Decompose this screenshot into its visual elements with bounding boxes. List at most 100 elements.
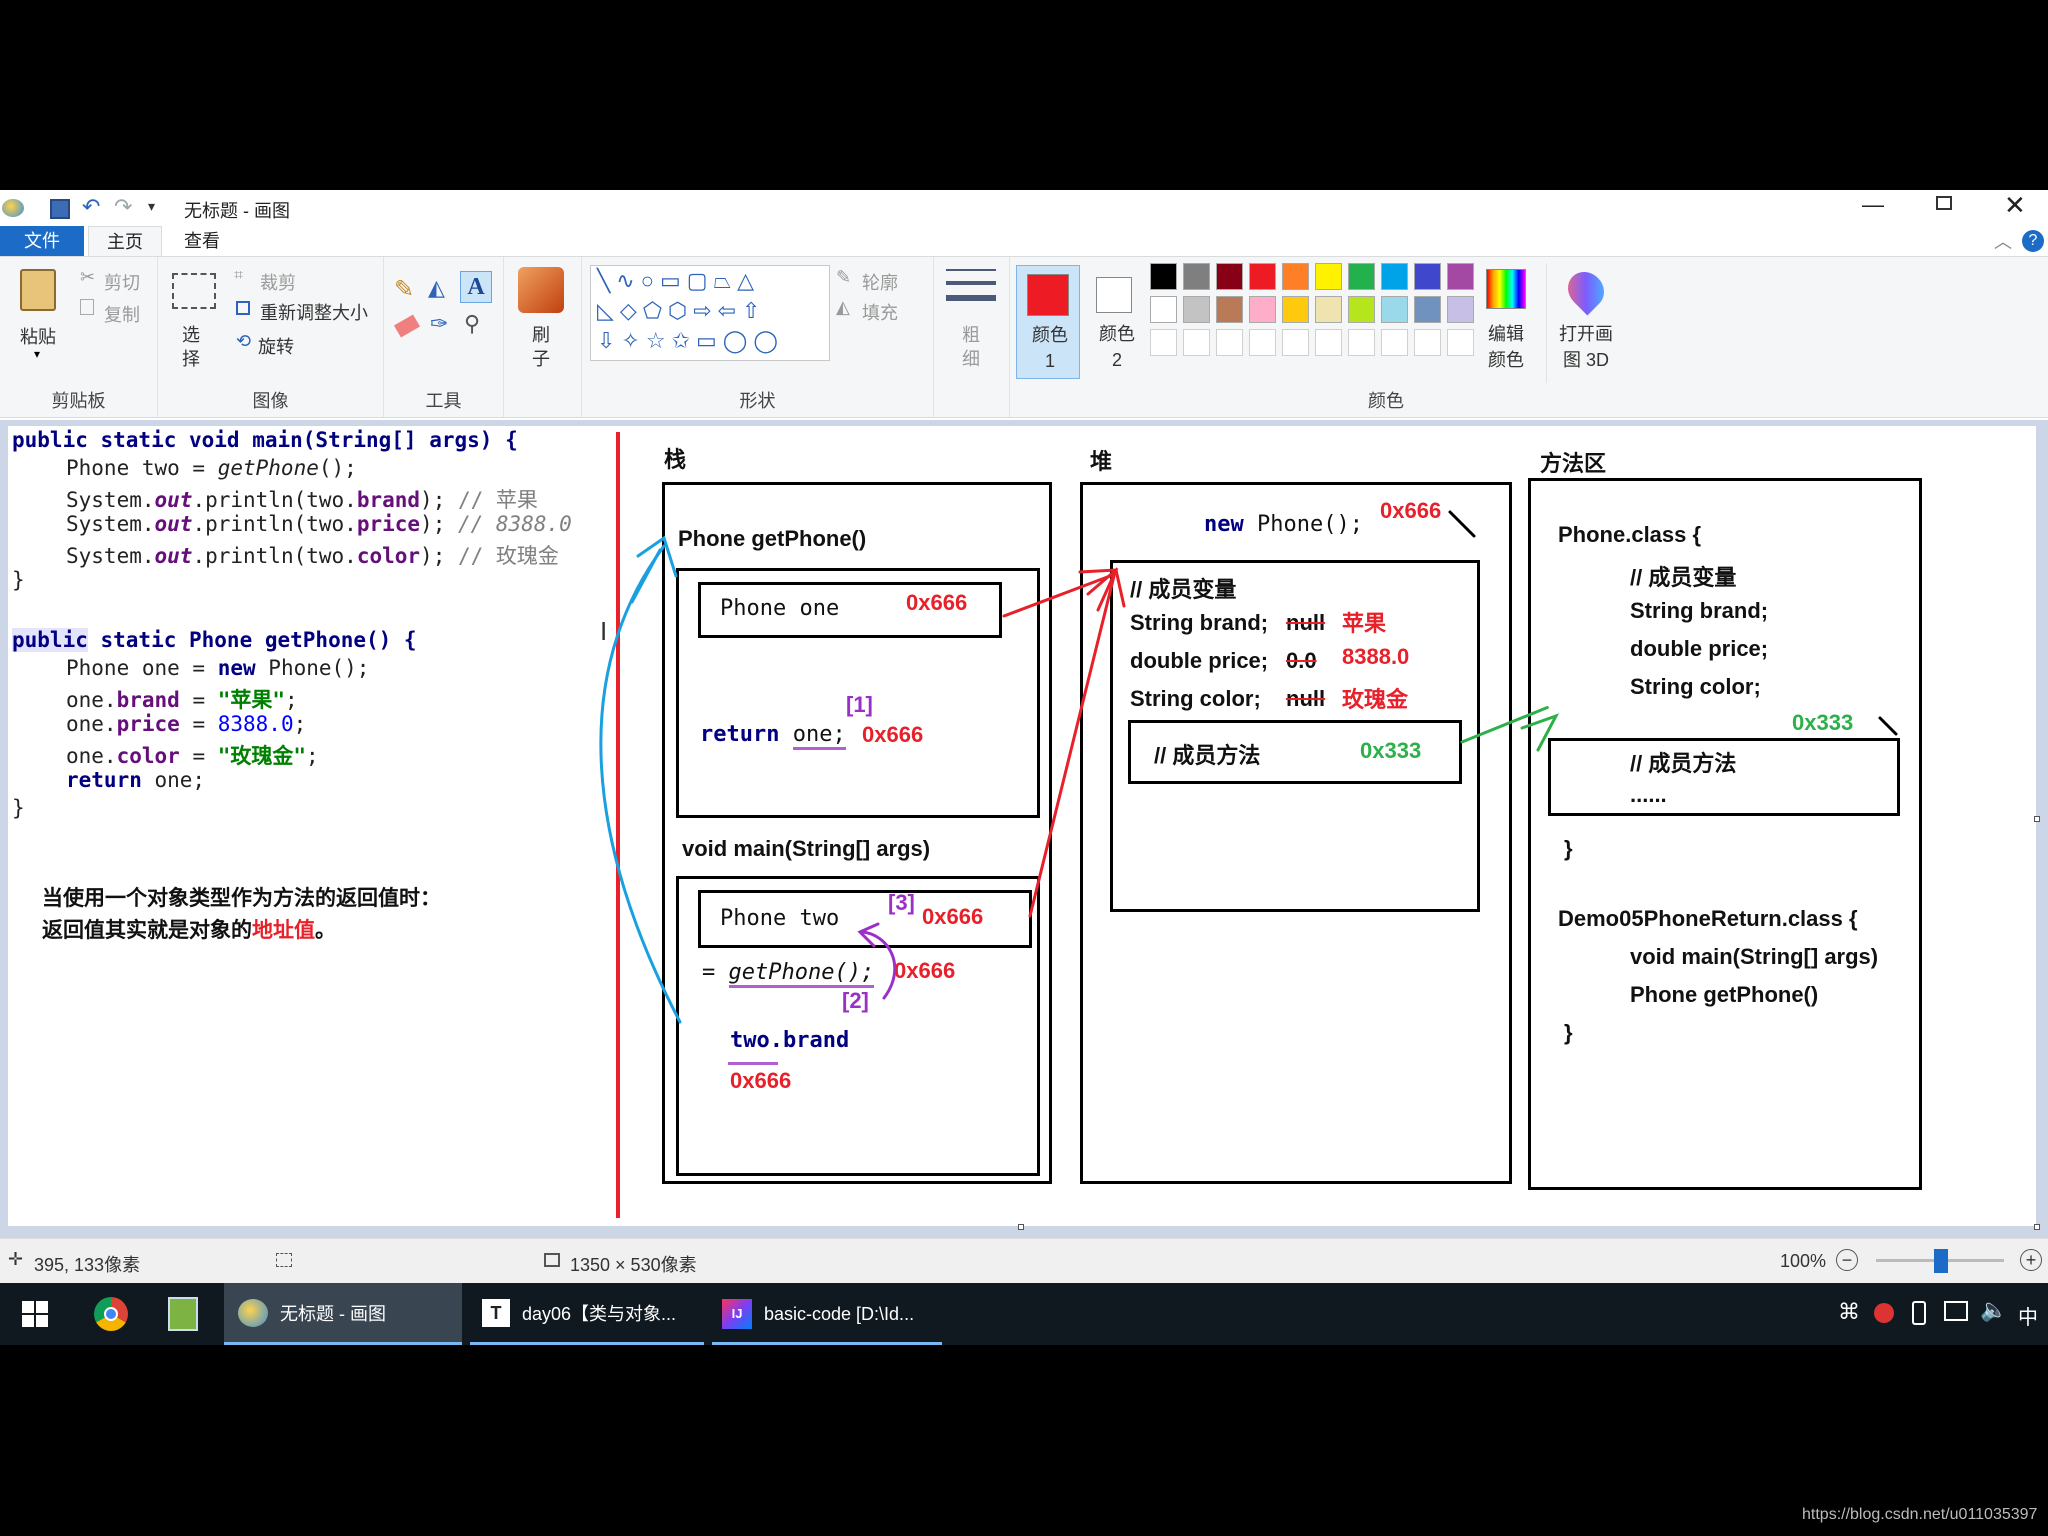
palette-swatch[interactable]	[1282, 263, 1309, 290]
palette-swatch[interactable]	[1348, 329, 1375, 356]
outline-icon[interactable]: ✎	[836, 267, 851, 288]
blue-arrow-short	[630, 548, 662, 604]
canvas-resize-handle-right[interactable]	[2034, 816, 2040, 822]
palette-swatch[interactable]	[1414, 329, 1441, 356]
shapes-gallery[interactable]: ╲∿○▭▢⏢△ ◺◇⬠⬡⇨⇦⇧ ⇩✧☆✩▭◯◯	[590, 265, 830, 361]
palette-swatch[interactable]	[1216, 263, 1243, 290]
crop-label[interactable]: 裁剪	[260, 269, 296, 295]
collapse-ribbon-icon[interactable]: ︿	[1994, 228, 2012, 254]
taskbar-paint[interactable]: 无标题 - 画图	[224, 1283, 462, 1345]
palette-swatch[interactable]	[1183, 263, 1210, 290]
zoom-out-button[interactable]: −	[1836, 1249, 1858, 1271]
palette-swatch[interactable]	[1447, 296, 1474, 323]
palette-swatch[interactable]	[1150, 329, 1177, 356]
resize-label[interactable]: 重新调整大小	[260, 299, 368, 325]
start-windows-icon[interactable]	[22, 1301, 48, 1327]
eraser-icon[interactable]	[393, 314, 421, 338]
ime-indicator[interactable]: 中	[2018, 1301, 2038, 1330]
magnifier-icon[interactable]: ⚲	[464, 311, 480, 337]
fill-icon[interactable]: ◭	[836, 297, 850, 318]
color-picker-icon[interactable]: ✑	[430, 311, 448, 337]
palette-swatch[interactable]	[1414, 263, 1441, 290]
palette-swatch[interactable]	[1348, 263, 1375, 290]
tray-record-icon[interactable]	[1874, 1303, 1894, 1323]
color2-button[interactable]: 颜色 2	[1086, 265, 1146, 379]
taskbar-typora[interactable]: T day06【类与对象...	[470, 1283, 704, 1345]
crop-icon[interactable]: ⌗	[234, 267, 243, 285]
size-label[interactable]: 粗细	[962, 323, 982, 371]
palette-swatch[interactable]	[1249, 296, 1276, 323]
palette-swatch[interactable]	[1216, 296, 1243, 323]
help-icon[interactable]: ?	[2022, 230, 2044, 252]
paint-app-icon[interactable]	[2, 199, 24, 217]
paint3d-button[interactable]: 打开画图 3D	[1546, 263, 1622, 383]
tray-usb-icon[interactable]	[1912, 1301, 1926, 1325]
select-label[interactable]: 选择	[182, 323, 202, 371]
tray-volume-icon[interactable]: 🔈	[1980, 1297, 2007, 1323]
palette-swatch[interactable]	[1216, 329, 1243, 356]
palette-swatch[interactable]	[1315, 329, 1342, 356]
line-size-icon[interactable]	[946, 269, 996, 309]
palette-swatch[interactable]	[1282, 329, 1309, 356]
restore-button[interactable]	[1936, 196, 1952, 210]
palette-swatch[interactable]	[1447, 263, 1474, 290]
zoom-slider-thumb[interactable]	[1934, 1249, 1948, 1273]
pencil-icon[interactable]: ✎	[394, 275, 414, 304]
notepad-icon[interactable]	[168, 1297, 198, 1331]
palette-swatch[interactable]	[1249, 329, 1276, 356]
palette-swatch[interactable]	[1447, 329, 1474, 356]
tab-home[interactable]: 主页	[88, 226, 162, 256]
resize-icon[interactable]	[236, 301, 250, 315]
chrome-icon[interactable]	[94, 1297, 128, 1331]
palette-swatch[interactable]	[1150, 296, 1177, 323]
zoom-in-button[interactable]: +	[2020, 1249, 2042, 1271]
undo-icon[interactable]: ↶	[82, 194, 100, 220]
redo-icon[interactable]: ↷	[114, 194, 132, 220]
cut-icon[interactable]: ✂	[80, 267, 95, 288]
palette-swatch[interactable]	[1348, 296, 1375, 323]
fill-bucket-icon[interactable]: ◭	[428, 275, 445, 301]
color1-swatch	[1027, 274, 1069, 316]
minimize-button[interactable]: —	[1862, 192, 1884, 218]
palette-swatch[interactable]	[1150, 263, 1177, 290]
cursor-position: 395, 133像素	[34, 1255, 141, 1275]
palette-swatch[interactable]	[1414, 296, 1441, 323]
quick-access-dropdown-icon[interactable]: ▾	[148, 198, 155, 215]
copy-icon[interactable]	[80, 299, 94, 315]
palette-swatch[interactable]	[1249, 263, 1276, 290]
outline-label[interactable]: 轮廓	[862, 269, 898, 295]
palette-swatch[interactable]	[1381, 329, 1408, 356]
tray-network-icon[interactable]	[1944, 1301, 1968, 1321]
text-tool-icon[interactable]: A	[460, 271, 492, 303]
palette-swatch[interactable]	[1315, 263, 1342, 290]
drawing-canvas[interactable]: public static void main(String[] args) {…	[8, 426, 2036, 1226]
palette-swatch[interactable]	[1183, 296, 1210, 323]
rotate-label[interactable]: 旋转	[258, 333, 294, 359]
fill-label[interactable]: 填充	[862, 299, 898, 325]
palette-swatch[interactable]	[1183, 329, 1210, 356]
close-button[interactable]: ✕	[2004, 190, 2026, 221]
taskbar-idea[interactable]: IJ basic-code [D:\Id...	[712, 1283, 942, 1345]
paste-dropdown-icon[interactable]: ▾	[34, 347, 40, 361]
tray-app-icon[interactable]: ⌘	[1838, 1299, 1860, 1325]
canvas-resize-handle-corner[interactable]	[2034, 1224, 2040, 1230]
paste-label[interactable]: 粘贴	[20, 323, 56, 349]
rotate-icon[interactable]: ⟲	[236, 331, 251, 352]
palette-swatch[interactable]	[1282, 296, 1309, 323]
tab-view[interactable]: 查看	[166, 226, 238, 256]
select-icon[interactable]	[172, 273, 216, 309]
copy-label[interactable]: 复制	[104, 301, 140, 327]
brush-icon[interactable]	[518, 267, 564, 313]
palette-swatch[interactable]	[1315, 296, 1342, 323]
paste-icon[interactable]	[20, 269, 56, 311]
palette-swatch[interactable]	[1381, 263, 1408, 290]
palette-swatch[interactable]	[1381, 296, 1408, 323]
tab-file[interactable]: 文件	[0, 226, 84, 256]
color1-button[interactable]: 颜色 1	[1016, 265, 1080, 379]
edit-colors-button[interactable]: 编辑颜色	[1474, 263, 1538, 383]
tools-group: ✎ ◭ A ✑ ⚲ 工具	[384, 257, 504, 417]
save-icon[interactable]	[50, 199, 70, 219]
cut-label[interactable]: 剪切	[104, 269, 140, 295]
canvas-resize-handle-bottom[interactable]	[1018, 1224, 1024, 1230]
brush-label[interactable]: 刷子	[532, 323, 552, 371]
